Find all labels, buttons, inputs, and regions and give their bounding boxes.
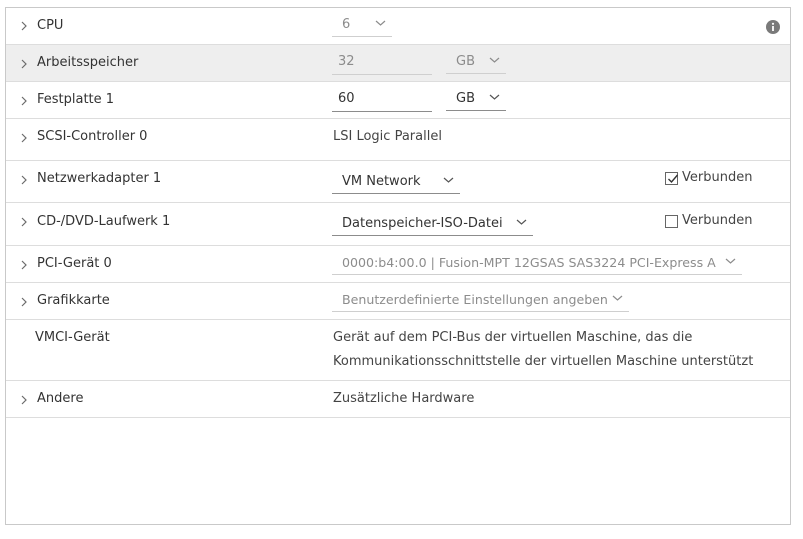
vm-hardware-panel: CPU 6 Arbeitsspeicher 32 GB Festplatte 1 [5,7,791,525]
cpu-label: CPU [37,18,64,33]
memory-value: 32 [338,54,355,69]
graphics-value: Benutzerdefinierte Einstellungen angeben [342,292,608,307]
checkbox-unchecked-icon [665,215,678,228]
row-cddvd: CD-/DVD-Laufwerk 1 Datenspeicher-ISO-Dat… [6,203,790,246]
cddvd-value: Datenspeicher-ISO-Datei [342,216,503,231]
chevron-right-icon[interactable] [19,175,29,185]
chevron-down-icon [375,20,386,26]
chevron-right-icon[interactable] [19,260,29,270]
pci-value: 0000:b4:00.0 | Fusion-MPT 12GSAS SAS3224… [342,255,716,270]
row-scsi: SCSI-Controller 0 LSI Logic Parallel [6,119,790,161]
network-connected-label: Verbunden [682,170,753,185]
disk-size-input[interactable]: 60 [332,90,432,112]
chevron-down-icon [489,94,500,100]
row-cpu: CPU 6 [6,8,790,45]
disk-label: Festplatte 1 [37,92,115,107]
chevron-right-icon[interactable] [19,133,29,143]
row-pci: PCI-Gerät 0 0000:b4:00.0 | Fusion-MPT 12… [6,246,790,283]
memory-unit: GB [456,54,475,69]
pci-label: PCI-Gerät 0 [37,256,112,271]
chevron-right-icon[interactable] [19,217,29,227]
cpu-value: 6 [342,17,351,32]
chevron-down-icon [725,257,736,265]
row-vmci: VMCI-Gerät Gerät auf dem PCI-Bus der vir… [6,320,790,381]
cddvd-select[interactable]: Datenspeicher-ISO-Datei [332,215,533,236]
chevron-right-icon[interactable] [19,21,29,31]
vmci-description-line1: Gerät auf dem PCI-Bus der virtuellen Mas… [333,330,693,345]
disk-unit-select[interactable]: GB [446,90,506,111]
vmci-description-line2: Kommunikationsschnittstelle der virtuell… [333,354,754,369]
cpu-select[interactable]: 6 [332,16,392,37]
scsi-value: LSI Logic Parallel [333,129,442,144]
chevron-right-icon[interactable] [19,297,29,307]
chevron-right-icon[interactable] [19,59,29,69]
info-icon[interactable] [766,20,780,34]
chevron-down-icon [489,57,500,63]
row-memory: Arbeitsspeicher 32 GB [6,45,790,82]
other-value: Zusätzliche Hardware [333,391,475,406]
vmci-label: VMCI-Gerät [35,330,110,345]
chevron-down-icon [516,219,527,225]
checkbox-checked-icon [665,172,679,185]
row-graphics: Grafikkarte Benutzerdefinierte Einstellu… [6,283,790,320]
cddvd-connected-label: Verbunden [682,213,753,228]
network-select[interactable]: VM Network [332,173,460,194]
chevron-down-icon [443,177,454,183]
network-value: VM Network [342,174,421,189]
row-network: Netzwerkadapter 1 VM Network Verbunden [6,161,790,203]
chevron-right-icon[interactable] [19,96,29,106]
graphics-label: Grafikkarte [37,293,110,308]
scsi-label: SCSI-Controller 0 [37,129,148,144]
disk-unit: GB [456,91,475,106]
memory-label: Arbeitsspeicher [37,55,139,70]
chevron-right-icon[interactable] [19,395,29,405]
graphics-select[interactable]: Benutzerdefinierte Einstellungen angeben [332,291,629,312]
row-disk: Festplatte 1 60 GB [6,82,790,119]
chevron-down-icon [612,294,623,302]
memory-input[interactable]: 32 [332,53,432,75]
cddvd-label: CD-/DVD-Laufwerk 1 [37,214,171,229]
memory-unit-select[interactable]: GB [446,53,506,74]
other-label: Andere [37,391,84,406]
disk-value: 60 [338,91,355,106]
pci-select[interactable]: 0000:b4:00.0 | Fusion-MPT 12GSAS SAS3224… [332,254,742,275]
row-other: Andere Zusätzliche Hardware [6,381,790,418]
network-label: Netzwerkadapter 1 [37,171,162,186]
